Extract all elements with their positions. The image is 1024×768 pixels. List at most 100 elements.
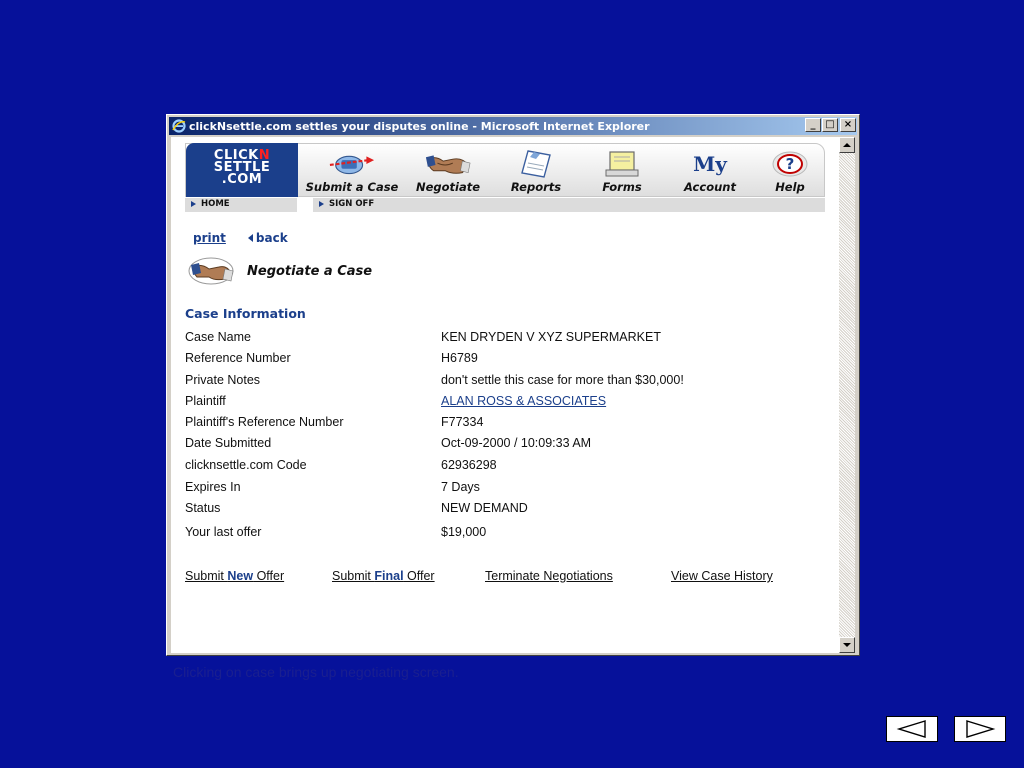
info-label: Private Notes — [185, 373, 261, 387]
nav-submit-case[interactable]: Submit a Case — [304, 144, 400, 198]
submit-final-offer-link[interactable]: Submit Final Offer — [332, 569, 435, 583]
help-icon-text: ? — [785, 155, 795, 173]
nav-label: Forms — [602, 180, 642, 194]
info-row-code: clicknsettle.com Code 62936298 — [185, 458, 805, 476]
info-value: H6789 — [441, 351, 478, 365]
vertical-scrollbar[interactable] — [839, 137, 855, 653]
info-value: don't settle this case for more than $30… — [441, 373, 684, 387]
info-value: F77334 — [441, 415, 484, 429]
help-icon: ? — [766, 150, 814, 178]
nav-label: Help — [775, 180, 805, 194]
info-value: 7 Days — [441, 480, 480, 494]
link-text: Offer — [253, 569, 285, 583]
triangle-left-icon — [247, 234, 253, 242]
info-row-plaintiff-reference: Plaintiff's Reference Number F77334 — [185, 415, 805, 433]
info-label: Expires In — [185, 480, 241, 494]
scroll-down-button[interactable] — [839, 637, 855, 653]
scroll-up-button[interactable] — [839, 137, 855, 153]
info-row-status: Status NEW DEMAND — [185, 501, 805, 519]
info-value: 62936298 — [441, 458, 497, 472]
handshake-icon — [424, 150, 472, 178]
case-information-title: Case Information — [185, 306, 306, 321]
link-text: Submit — [332, 569, 375, 583]
plaintiff-link[interactable]: ALAN ROSS & ASSOCIATES — [441, 394, 606, 408]
info-row-expires-in: Expires In 7 Days — [185, 480, 805, 498]
close-button[interactable]: × — [840, 118, 856, 132]
nav-label: Reports — [510, 180, 562, 194]
window-controls: _ □ × — [804, 118, 856, 132]
my-account-icon: My — [686, 150, 734, 178]
next-slide-button[interactable] — [954, 716, 1006, 742]
nav-help[interactable]: ? Help — [762, 144, 818, 198]
subnav-signoff-label: SIGN OFF — [329, 199, 375, 209]
ie-titlebar[interactable]: clickNsettle.com settles your disputes o… — [169, 117, 857, 135]
info-value: KEN DRYDEN V XYZ SUPERMARKET — [441, 330, 661, 344]
nav-account[interactable]: My Account — [670, 144, 750, 198]
case-actions: Submit New Offer Submit Final Offer Term… — [185, 569, 825, 587]
info-label: Status — [185, 501, 221, 515]
sub-nav-bar: HOME SIGN OFF — [185, 198, 825, 212]
info-row-case-name: Case Name KEN DRYDEN V XYZ SUPERMARKET — [185, 330, 805, 348]
logo-text-com: .COM — [221, 172, 263, 187]
page-heading: Negotiate a Case — [185, 255, 372, 287]
info-label: Reference Number — [185, 351, 291, 365]
submit-new-offer-link[interactable]: Submit New Offer — [185, 569, 284, 583]
nav-negotiate[interactable]: Negotiate — [408, 144, 488, 198]
info-value: NEW DEMAND — [441, 501, 528, 515]
nav-label: Negotiate — [415, 180, 481, 194]
arrow-right-icon — [966, 720, 996, 738]
info-row-reference-number: Reference Number H6789 — [185, 351, 805, 369]
info-row-last-offer: Your last offer $19,000 — [185, 525, 805, 543]
link-text-bold: New — [227, 569, 254, 583]
info-row-date-submitted: Date Submitted Oct-09-2000 / 10:09:33 AM — [185, 436, 805, 454]
forms-icon — [598, 150, 646, 178]
maximize-button[interactable]: □ — [822, 118, 838, 132]
info-label: Date Submitted — [185, 436, 272, 450]
site-nav-bar: CLICKN SETTLE .COM Submit a Case Negotia… — [185, 143, 825, 197]
minimize-button[interactable]: _ — [805, 118, 821, 132]
back-link[interactable]: back — [247, 231, 288, 245]
subnav-signoff[interactable]: SIGN OFF — [319, 199, 374, 209]
view-case-history-link[interactable]: View Case History — [671, 569, 773, 583]
arrow-down-icon — [843, 643, 851, 647]
subnav-home-label: HOME — [201, 199, 230, 209]
triangle-right-icon — [191, 201, 196, 207]
nav-forms[interactable]: Forms — [586, 144, 658, 198]
slide-caption: Clicking on case brings up negotiating s… — [173, 664, 459, 680]
page-content: CLICKN SETTLE .COM Submit a Case Negotia… — [171, 137, 839, 653]
window-title: clickNsettle.com settles your disputes o… — [189, 119, 650, 133]
back-link-label: back — [255, 231, 288, 245]
page-links: print back — [193, 231, 288, 245]
info-label: Plaintiff's Reference Number — [185, 415, 344, 429]
terminate-negotiations-link[interactable]: Terminate Negotiations — [485, 569, 613, 583]
info-value: Oct-09-2000 / 10:09:33 AM — [441, 436, 592, 450]
subnav-home[interactable]: HOME — [191, 199, 230, 209]
nav-reports[interactable]: Reports — [496, 144, 576, 198]
handshake-icon — [188, 257, 234, 285]
my-account-icon-text: My — [693, 152, 727, 176]
link-text: Offer — [403, 569, 435, 583]
info-value: $19,000 — [441, 525, 487, 539]
ie-window: clickNsettle.com settles your disputes o… — [166, 114, 860, 656]
info-row-plaintiff: Plaintiff ALAN ROSS & ASSOCIATES — [185, 394, 805, 412]
info-label: clicknsettle.com Code — [185, 458, 307, 472]
submit-case-icon — [328, 150, 376, 178]
arrow-left-icon — [896, 720, 926, 738]
subnav-separator — [297, 198, 313, 212]
clicknsettle-logo[interactable]: CLICKN SETTLE .COM — [186, 143, 298, 197]
nav-label: Submit a Case — [305, 180, 399, 194]
link-text: Submit — [185, 569, 228, 583]
print-link[interactable]: print — [193, 231, 226, 245]
ie-icon — [172, 119, 186, 133]
page-title: Negotiate a Case — [247, 263, 373, 279]
reports-icon — [512, 150, 560, 178]
previous-slide-button[interactable] — [886, 716, 938, 742]
arrow-up-icon — [843, 143, 851, 147]
info-label: Plaintiff — [185, 394, 226, 408]
info-label: Case Name — [185, 330, 251, 344]
info-label: Your last offer — [185, 525, 262, 539]
nav-label: Account — [684, 180, 736, 194]
info-row-private-notes: Private Notes don't settle this case for… — [185, 373, 805, 391]
link-text-bold: Final — [374, 569, 404, 583]
triangle-right-icon — [319, 201, 324, 207]
